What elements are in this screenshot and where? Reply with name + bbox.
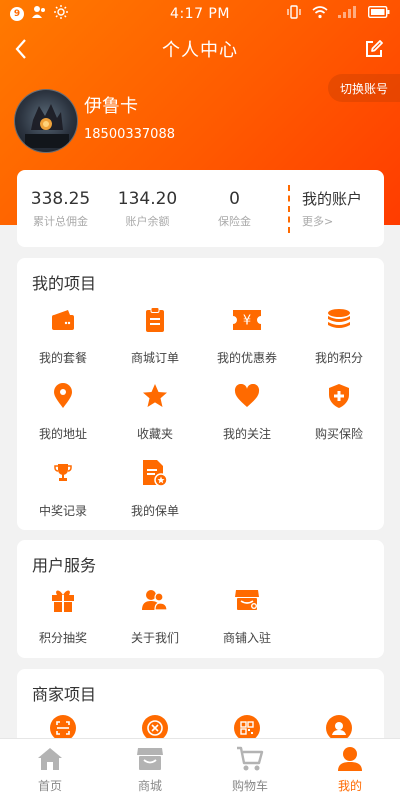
my-account-link[interactable]: 我的账户 更多> [290,188,384,229]
tab-mall[interactable]: 商城 [100,739,200,800]
tab-mine[interactable]: 我的 [300,739,400,800]
tab-home[interactable]: 首页 [0,739,100,800]
switch-account-button[interactable]: 切换账号 [328,74,400,102]
user-services-card: 用户服务 积分抽奖 关于我们 商铺入驻 [17,540,384,658]
grid-label: 关于我们 [130,631,179,645]
tab-label: 商城 [137,779,162,793]
grid-item-shop-join[interactable]: 商铺入驻 [201,585,293,655]
store-icon [136,745,164,773]
grid-item-prize-records[interactable]: 中奖记录 [17,458,109,528]
grid-label: 我的地址 [38,427,87,441]
tab-label: 我的 [337,779,362,793]
contacts-icon [32,5,46,23]
grid-item-about-us[interactable]: 关于我们 [109,585,201,655]
grid-label: 积分抽奖 [38,631,87,645]
stats-card: 338.25 累计总佣金 134.20 账户余额 0 保险金 我的账户 更多> [17,170,384,247]
stat-commission[interactable]: 338.25 累计总佣金 [17,189,104,229]
grid-label: 购买保险 [314,427,363,441]
location-icon [48,381,78,411]
vibrate-icon [286,5,302,23]
clock: 4:17 PM [170,6,230,22]
tab-label: 首页 [37,779,62,793]
order-icon [140,305,170,335]
stat-balance[interactable]: 134.20 账户余额 [104,189,191,229]
grid-item-my-follows[interactable]: 我的关注 [201,381,293,451]
stat-label: 账户余额 [125,214,170,228]
policy-doc-icon [140,458,170,488]
battery-icon [367,5,390,22]
stat-value: 134.20 [117,188,178,209]
cart-icon [236,745,264,773]
stat-label: 累计总佣金 [33,214,88,228]
stat-label: 保险金 [218,214,251,228]
grid-item-my-policies[interactable]: 我的保单 [109,458,201,528]
heart-icon [232,381,262,411]
grid-label: 我的保单 [130,504,179,518]
tab-cart[interactable]: 购物车 [200,739,300,800]
section-title: 商家项目 [32,685,97,704]
stat-value: 0 [229,188,240,209]
page-title: 个人中心 [162,40,238,61]
account-more-link[interactable]: 更多> [302,213,384,229]
svg-text:¥: ¥ [243,314,251,329]
notification-badge: 9 [10,7,24,21]
signal-icon [338,6,358,22]
grid-item-my-coupons[interactable]: ¥ 我的优惠券 [201,305,293,375]
grid-item-my-address[interactable]: 我的地址 [17,381,109,451]
brightness-icon [54,5,68,23]
grid-item-buy-insurance[interactable]: 购买保险 [293,381,385,451]
grid-item-points-lottery[interactable]: 积分抽奖 [17,585,109,655]
home-icon [36,745,64,773]
grid-item-my-points[interactable]: 我的积分 [293,305,385,375]
stat-value: 338.25 [30,188,91,209]
edit-button[interactable] [358,33,390,65]
account-title: 我的账户 [302,190,363,208]
trophy-icon [48,458,78,488]
grid-label: 商城订单 [130,351,179,365]
stat-insurance[interactable]: 0 保险金 [191,189,278,229]
coins-icon [324,305,354,335]
grid-label: 我的套餐 [38,351,87,365]
star-icon [140,381,170,411]
chevron-left-icon [15,39,26,59]
grid-item-mall-orders[interactable]: 商城订单 [109,305,201,375]
tab-label: 购物车 [231,779,268,793]
back-button[interactable] [4,32,38,66]
grid-label: 我的积分 [314,351,363,365]
avatar[interactable] [14,89,78,153]
grid-label: 我的关注 [222,427,271,441]
section-title: 用户服务 [32,556,97,575]
status-bar: 9 4:17 PM [0,0,400,28]
grid-label: 商铺入驻 [222,631,271,645]
username: 伊鲁卡 [84,96,138,117]
gift-icon [48,585,78,615]
bottom-tab-bar: 首页 商城 购物车 我的 [0,738,400,800]
wallet-icon [48,305,78,335]
grid-label: 收藏夹 [136,427,173,441]
phone-number: 18500337088 [84,127,175,142]
wifi-icon [312,5,328,23]
person-icon [336,745,364,773]
grid-item-my-package[interactable]: 我的套餐 [17,305,109,375]
grid-label: 我的优惠券 [216,351,277,365]
people-icon [140,585,170,615]
coupon-icon: ¥ [232,305,262,335]
shop-icon [232,585,262,615]
nav-bar: 个人中心 [0,28,400,70]
my-projects-card: 我的项目 我的套餐 商城订单 ¥ 我的优惠券 我的积分 我的地址 收藏夹 我的关… [17,258,384,530]
shield-plus-icon [324,381,354,411]
grid-item-favorites[interactable]: 收藏夹 [109,381,201,451]
grid-label: 中奖记录 [38,504,87,518]
section-title: 我的项目 [32,274,97,293]
edit-icon [366,40,383,57]
